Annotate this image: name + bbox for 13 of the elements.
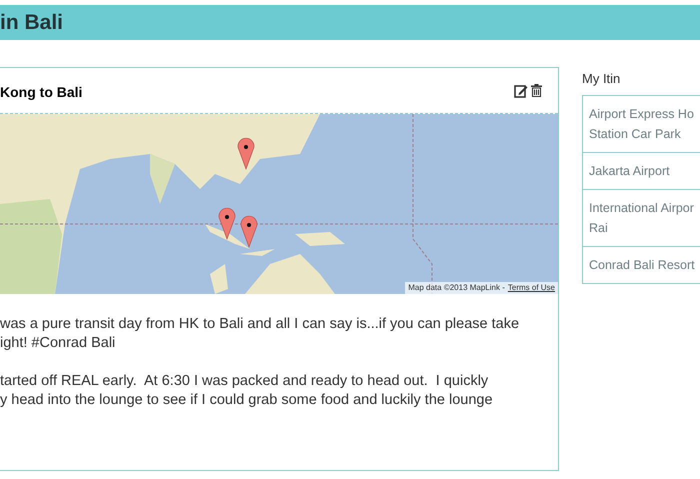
- post-paragraph: tarted off REAL early. At 6:30 I was packed and ready to head out. I quickly y head into the lounge to see if I could grab some food and luckily the lounge: [0, 372, 494, 410]
- edit-icon[interactable]: [514, 84, 528, 98]
- itinerary-item[interactable]: International Airpor Rai: [583, 189, 700, 246]
- map-attribution: Map data ©2013 MapLink -: [408, 282, 505, 294]
- post-paragraph: was a pure transit day from HK to Bali and all I can say is...if you can please take ight! #Conrad Bali: [0, 315, 520, 353]
- itinerary-item[interactable]: Conrad Bali Resort: [583, 246, 700, 283]
- sidebar-title: My Itin: [582, 70, 622, 86]
- itinerary-item[interactable]: Jakarta Airport: [583, 152, 700, 189]
- trash-icon[interactable]: [531, 84, 542, 97]
- page-title: in Bali: [0, 10, 64, 36]
- post-title: Kong to Bali: [0, 83, 82, 102]
- itinerary-item[interactable]: Airport Express Ho Station Car Park: [583, 96, 700, 152]
- terms-link[interactable]: Terms of Use: [508, 282, 555, 294]
